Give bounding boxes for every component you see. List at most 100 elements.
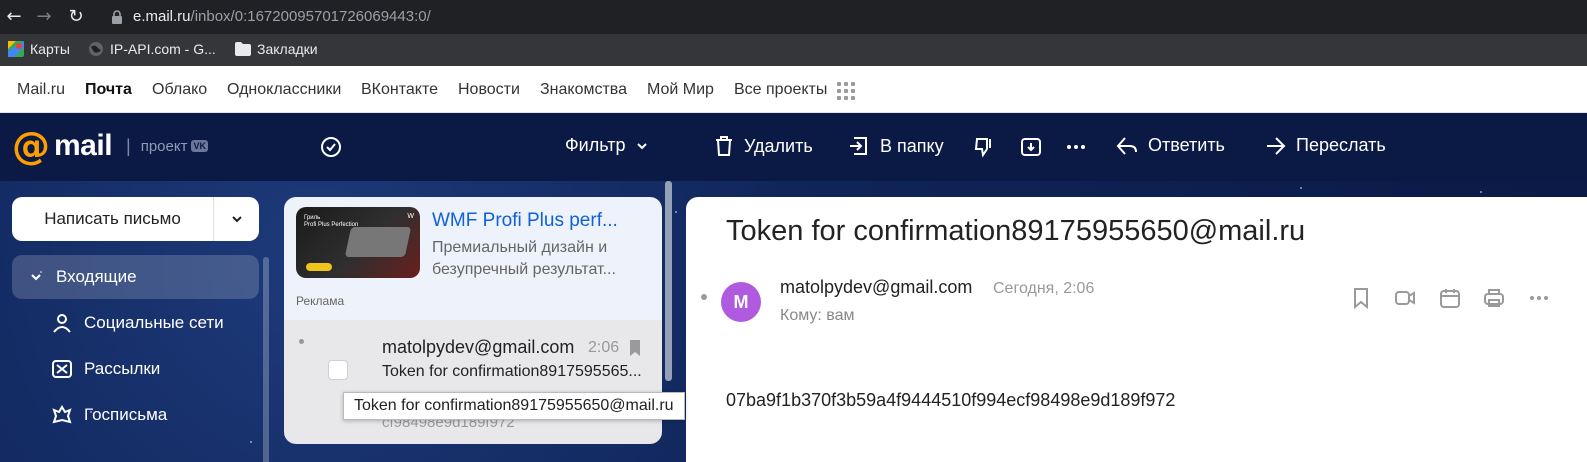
reading-pane: Token for confirmation89175955650@mail.r… bbox=[686, 197, 1587, 462]
reply-label: Ответить bbox=[1148, 135, 1225, 155]
more-icon[interactable] bbox=[1064, 135, 1088, 159]
sidebar-item-label: Рассылки bbox=[84, 359, 161, 378]
portal-link-ok[interactable]: Одноклассники bbox=[227, 81, 341, 99]
ad-text: Премиальный дизайн и безупречный результ… bbox=[432, 237, 652, 281]
message-list: Гриль Profi Plus Perfection W WMF Profi … bbox=[284, 197, 662, 462]
mail-logo[interactable]: @ mail | проект VK bbox=[12, 127, 208, 165]
letter-recipient: Кому: вам bbox=[780, 307, 855, 324]
ad-image-caption: Profi Plus Perfection bbox=[304, 222, 359, 228]
unread-dot-icon[interactable] bbox=[299, 339, 304, 344]
subject-tooltip: Token for confirmation89175955650@mail.r… bbox=[343, 392, 685, 420]
sidebar-item-newsletters[interactable]: Рассылки bbox=[12, 347, 259, 391]
sidebar-item-gov[interactable]: Госписьма bbox=[12, 393, 259, 437]
avatar[interactable]: M bbox=[721, 282, 761, 322]
portal-link-all-projects[interactable]: Все проекты bbox=[734, 81, 827, 99]
message-checkbox[interactable] bbox=[328, 360, 348, 380]
bookmark-maps[interactable]: Карты bbox=[8, 41, 70, 57]
portal-nav: Mail.ru Почта Облако Одноклассники ВКонт… bbox=[0, 66, 1587, 113]
bookmark-icon[interactable] bbox=[627, 338, 643, 358]
spam-thumb-down-icon[interactable] bbox=[972, 135, 996, 159]
ad-image: Гриль Profi Plus Perfection W bbox=[296, 207, 420, 278]
bookmark-ip-api[interactable]: IP-API.com - G... bbox=[88, 41, 216, 57]
maps-icon bbox=[8, 41, 24, 57]
filter-label: Фильтр bbox=[565, 135, 626, 155]
letter-date: Сегодня, 2:06 bbox=[993, 280, 1095, 297]
compose-button[interactable]: Написать письмо bbox=[12, 197, 259, 241]
portal-link-mail[interactable]: Почта bbox=[85, 81, 132, 99]
social-icon bbox=[50, 311, 74, 335]
bookmarks-bar: Карты IP-API.com - G... Закладки bbox=[0, 34, 1587, 66]
archive-icon[interactable] bbox=[1019, 135, 1043, 159]
bookmark-label: IP-API.com - G... bbox=[110, 41, 216, 57]
ad-text-line: Премиальный дизайн и bbox=[432, 239, 608, 256]
newsletter-icon bbox=[50, 357, 74, 381]
logo-divider: | bbox=[126, 135, 131, 156]
globe-icon bbox=[89, 42, 103, 56]
reply-icon bbox=[1116, 136, 1137, 155]
forward-label: Переслать bbox=[1296, 135, 1386, 155]
more-icon[interactable] bbox=[1527, 286, 1551, 310]
calendar-icon[interactable] bbox=[1438, 286, 1462, 310]
bookmark-label: Карты bbox=[30, 41, 70, 57]
mail-toolbar: @ mail | проект VK Фильтр Удалить В папк… bbox=[0, 113, 1587, 181]
message-subject: Token for confirmation8917595565... bbox=[382, 363, 642, 380]
portal-link-mailru[interactable]: Mail.ru bbox=[17, 81, 65, 99]
portal-link-vk[interactable]: ВКонтакте bbox=[361, 81, 438, 99]
portal-link-dating[interactable]: Знакомства bbox=[540, 81, 627, 99]
forward-icon bbox=[1267, 136, 1286, 155]
ad-title[interactable]: WMF Profi Plus perf... bbox=[432, 210, 652, 232]
forward-icon[interactable]: → bbox=[34, 7, 54, 27]
vk-badge: VK bbox=[191, 140, 208, 152]
lock-icon bbox=[112, 10, 122, 24]
gov-emblem-icon bbox=[50, 403, 74, 427]
sidebar-item-inbox[interactable]: Входящие bbox=[12, 255, 259, 299]
unread-dot-icon[interactable] bbox=[701, 294, 707, 300]
ad-image-caption: Гриль bbox=[304, 215, 321, 221]
sidebar-scrollbar[interactable] bbox=[263, 257, 269, 462]
apps-grid-icon[interactable] bbox=[837, 82, 855, 100]
message-list-scrollbar[interactable] bbox=[665, 181, 672, 381]
chevron-down-icon[interactable] bbox=[26, 265, 46, 289]
chevron-down-icon bbox=[637, 142, 648, 149]
sidebar-item-label: Госписьма bbox=[84, 405, 168, 424]
compose-label: Написать письмо bbox=[12, 197, 214, 241]
delete-button[interactable]: Удалить bbox=[714, 135, 813, 157]
bookmark-folder[interactable]: Закладки bbox=[235, 41, 318, 57]
move-to-folder-button[interactable]: В папку bbox=[848, 135, 944, 157]
bookmark-label: Закладки bbox=[257, 41, 318, 57]
ad-item[interactable]: Гриль Profi Plus Perfection W WMF Profi … bbox=[284, 197, 662, 320]
wmf-logo-icon: W bbox=[407, 213, 414, 220]
sidebar-item-social[interactable]: Социальные сети bbox=[12, 301, 259, 345]
forward-button[interactable]: Переслать bbox=[1264, 135, 1386, 156]
address-field[interactable]: e.mail.ru/inbox/0:16720095701726069443:0… bbox=[133, 8, 431, 25]
letter-sender[interactable]: matolpydev@gmail.com bbox=[780, 277, 972, 298]
print-icon[interactable] bbox=[1482, 286, 1506, 310]
list-item[interactable]: matolpydev@gmail.com 2:06 Token for conf… bbox=[284, 320, 662, 444]
chevron-down-icon bbox=[231, 216, 242, 223]
reload-icon[interactable]: ↻ bbox=[66, 7, 86, 27]
letter-subject: Token for confirmation89175955650@mail.r… bbox=[726, 215, 1306, 247]
move-label: В папку bbox=[880, 135, 944, 156]
sidebar-item-label: Входящие bbox=[56, 267, 137, 286]
browser-url-bar: ← → ↻ e.mail.ru/inbox/0:1672009570172606… bbox=[0, 0, 1587, 34]
bookmark-icon[interactable] bbox=[1349, 286, 1373, 310]
filter-button[interactable]: Фильтр bbox=[565, 135, 649, 156]
back-icon[interactable]: ← bbox=[4, 7, 24, 27]
reply-button[interactable]: Ответить bbox=[1116, 135, 1225, 156]
select-all-icon[interactable] bbox=[319, 135, 343, 159]
folder-icon bbox=[235, 42, 251, 56]
letter-body: 07ba9f1b370f3b59a4f9444510f994ecf98498e9… bbox=[726, 390, 1176, 410]
portal-link-news[interactable]: Новости bbox=[458, 81, 520, 99]
video-call-icon[interactable] bbox=[1393, 286, 1417, 310]
at-logo-icon: @ bbox=[12, 124, 50, 168]
portal-link-myworld[interactable]: Мой Мир bbox=[647, 81, 714, 99]
ad-text-line: безупречный результат... bbox=[432, 261, 616, 278]
folder-move-icon bbox=[850, 137, 867, 155]
ad-label: Реклама bbox=[296, 294, 345, 308]
delete-label: Удалить bbox=[744, 135, 813, 156]
compose-options-button[interactable] bbox=[214, 212, 259, 226]
logo-word: mail bbox=[54, 129, 113, 162]
portal-link-cloud[interactable]: Облако bbox=[152, 81, 207, 99]
message-time: 2:06 bbox=[588, 339, 620, 356]
sidebar-item-label: Социальные сети bbox=[84, 313, 224, 332]
